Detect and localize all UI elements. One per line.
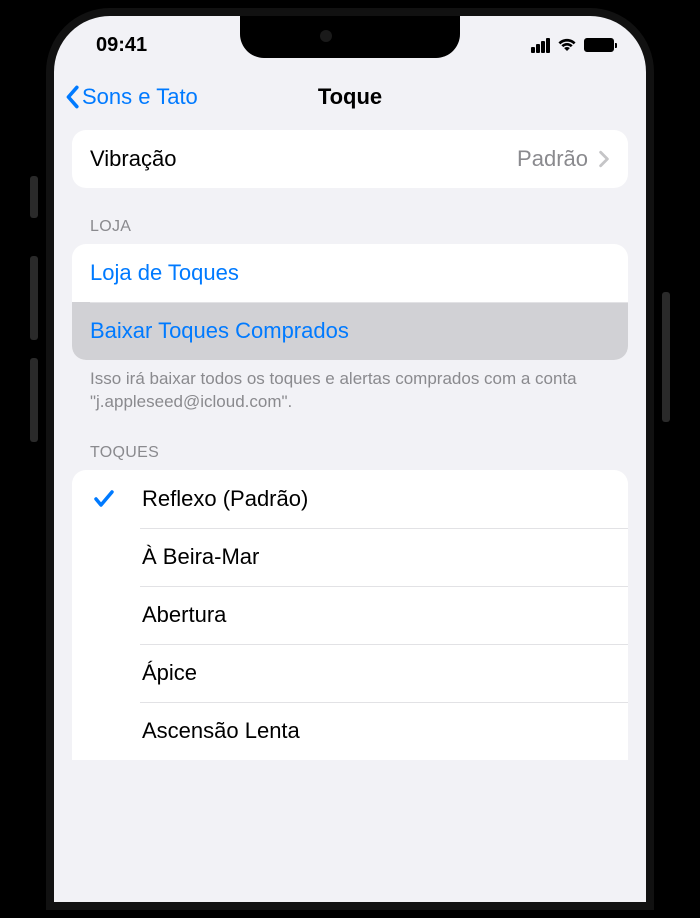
notch [240, 16, 460, 58]
vibration-value: Padrão [517, 146, 588, 172]
ringtone-label: Reflexo (Padrão) [142, 486, 308, 512]
chevron-right-icon [598, 150, 610, 168]
tone-store-label: Loja de Toques [90, 260, 610, 286]
phone-frame: 09:41 Sons e Tato Toque [38, 0, 662, 918]
content-area: Vibração Padrão LOJA Loja de Toques Baix… [54, 130, 646, 760]
vibration-label: Vibração [90, 146, 517, 172]
wifi-icon [556, 34, 578, 57]
ringtones-header: TOQUES [72, 444, 628, 470]
store-footer: Isso irá baixar todos os toques e alerta… [72, 360, 628, 414]
battery-icon [584, 38, 614, 52]
cellular-icon [531, 38, 550, 53]
checkmark-icon [92, 487, 116, 511]
ringtones-group: TOQUES Reflexo (Padrão) À Beira-Mar [72, 444, 628, 760]
navigation-bar: Sons e Tato Toque [54, 66, 646, 130]
ringtone-row[interactable]: Abertura [72, 586, 628, 644]
status-indicators [531, 34, 614, 57]
tone-store-row[interactable]: Loja de Toques [72, 244, 628, 302]
vibration-row[interactable]: Vibração Padrão [72, 130, 628, 188]
power-button[interactable] [662, 292, 670, 422]
download-purchased-label: Baixar Toques Comprados [90, 318, 610, 344]
status-time: 09:41 [96, 34, 147, 57]
back-button[interactable]: Sons e Tato [64, 84, 198, 110]
volume-down-button[interactable] [30, 358, 38, 442]
download-purchased-row[interactable]: Baixar Toques Comprados [72, 302, 628, 360]
ringtone-label: Abertura [142, 602, 226, 628]
screen: 09:41 Sons e Tato Toque [46, 8, 654, 910]
ringtone-label: Ápice [142, 660, 197, 686]
back-label: Sons e Tato [82, 84, 198, 110]
ringtone-row[interactable]: Ápice [72, 644, 628, 702]
chevron-left-icon [64, 85, 80, 109]
store-header: LOJA [72, 218, 628, 244]
store-group: LOJA Loja de Toques Baixar Toques Compra… [72, 218, 628, 414]
ringtone-row[interactable]: Ascensão Lenta [72, 702, 628, 760]
ringtone-label: Ascensão Lenta [142, 718, 300, 744]
ringtone-label: À Beira-Mar [142, 544, 259, 570]
silence-switch[interactable] [30, 176, 38, 218]
volume-up-button[interactable] [30, 256, 38, 340]
vibration-group: Vibração Padrão [72, 130, 628, 188]
ringtone-row[interactable]: À Beira-Mar [72, 528, 628, 586]
ringtone-row[interactable]: Reflexo (Padrão) [72, 470, 628, 528]
ringtone-list: Reflexo (Padrão) À Beira-Mar Abertura Áp… [72, 470, 628, 760]
